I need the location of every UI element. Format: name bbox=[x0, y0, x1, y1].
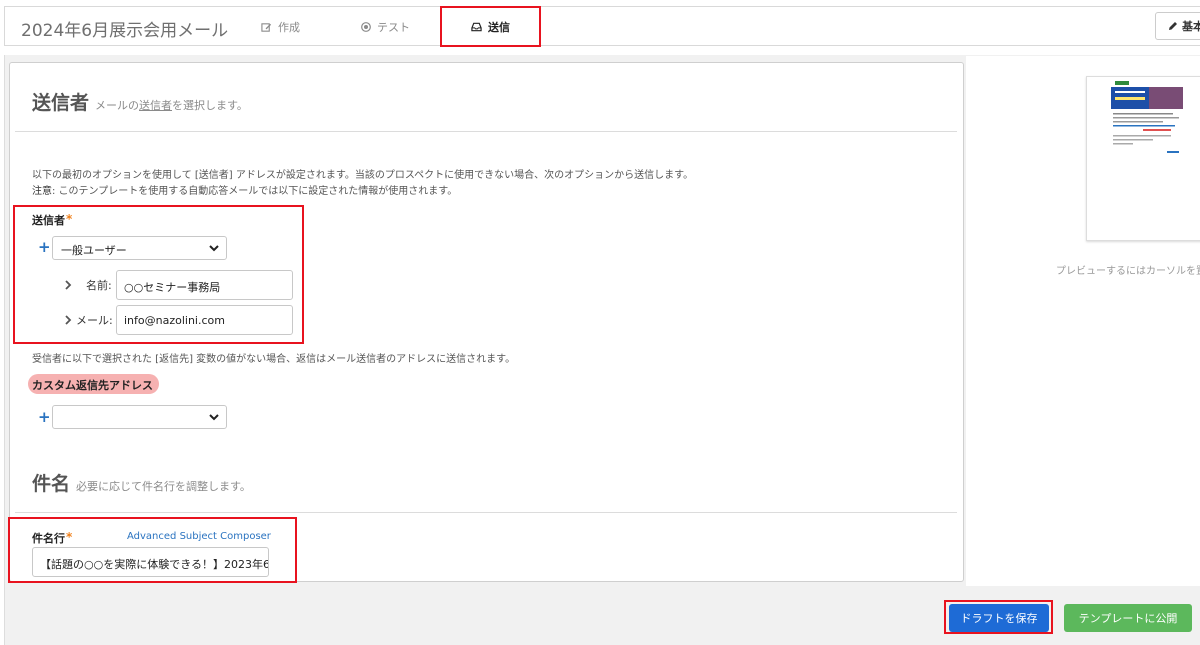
chevron-right-icon bbox=[65, 280, 72, 290]
reply-address-select[interactable] bbox=[52, 405, 227, 429]
sender-email-row-label[interactable]: メール: bbox=[64, 312, 113, 328]
sender-note-label: 注意 bbox=[32, 186, 52, 197]
chevron-right-icon bbox=[65, 315, 72, 325]
edit-icon bbox=[261, 22, 272, 32]
sender-subtitle-link: 送信者 bbox=[139, 99, 173, 112]
chevron-down-icon bbox=[209, 245, 219, 252]
sender-select[interactable]: 一般ユーザー bbox=[52, 236, 227, 260]
subject-section-title: 件名 bbox=[32, 473, 71, 495]
sender-field-label: 送信者* bbox=[32, 212, 73, 227]
publish-template-button[interactable]: テンプレートに公開 bbox=[1064, 604, 1192, 632]
email-title: 2024年6月展示会用メール bbox=[21, 21, 229, 41]
settings-button[interactable]: 基本 bbox=[1155, 12, 1200, 40]
subject-line-field[interactable]: 【話題の○○を実際に体験できる！】2023年6 bbox=[32, 547, 269, 577]
sender-name-row-label[interactable]: 名前: bbox=[64, 277, 112, 293]
tab-test[interactable]: テスト bbox=[361, 19, 410, 35]
reply-note: 受信者に以下で選択された [返信先] 変数の値がない場合、返信はメール送信者のア… bbox=[32, 354, 516, 365]
subject-section-subtitle: 必要に応じて件名行を調整します。 bbox=[76, 480, 251, 493]
sender-select-value: 一般ユーザー bbox=[61, 244, 127, 257]
sender-divider bbox=[15, 131, 957, 132]
chevron-down-icon bbox=[209, 414, 219, 421]
email-preview-thumbnail[interactable] bbox=[1086, 76, 1200, 241]
pencil-icon bbox=[1169, 22, 1177, 30]
tab-send[interactable]: 送信 bbox=[471, 19, 510, 35]
tab-send-label: 送信 bbox=[488, 21, 510, 34]
add-sender-plus-icon[interactable]: + bbox=[38, 240, 51, 255]
add-reply-plus-icon[interactable]: + bbox=[38, 410, 51, 425]
subject-divider bbox=[15, 512, 957, 513]
inbox-icon bbox=[471, 22, 482, 32]
preview-caption: プレビューするにはカーソルを置 bbox=[1056, 266, 1200, 277]
advanced-subject-composer-link[interactable]: Advanced Subject Composer bbox=[127, 531, 271, 542]
sender-email-field[interactable]: info@nazolini.com bbox=[116, 305, 293, 335]
sender-email-label: メール: bbox=[76, 314, 113, 327]
custom-reply-label: カスタム返信先アドレス bbox=[28, 374, 159, 394]
email-preview-image bbox=[1111, 81, 1183, 153]
sender-section-header: 送信者 メールの送信者を選択します。 bbox=[32, 88, 248, 115]
tab-test-label: テスト bbox=[377, 21, 410, 34]
subject-field-label: 件名行* bbox=[32, 530, 73, 545]
sender-section-title: 送信者 bbox=[32, 92, 90, 114]
tab-compose[interactable]: 作成 bbox=[261, 19, 300, 35]
sender-note-line1: 以下の最初のオプションを使用して [送信者] アドレスが設定されます。当該のプロ… bbox=[32, 170, 694, 181]
sender-name-field[interactable]: ○○セミナー事務局 bbox=[116, 270, 293, 300]
settings-label: 基本 bbox=[1182, 20, 1200, 33]
required-asterisk: * bbox=[66, 212, 73, 226]
tab-compose-label: 作成 bbox=[278, 21, 300, 34]
sender-name-label: 名前: bbox=[86, 279, 112, 292]
sender-section-subtitle: メールの送信者を選択します。 bbox=[95, 99, 248, 112]
target-icon bbox=[361, 22, 371, 32]
sender-note-line2: 注意: このテンプレートを使用する自動応答メールでは以下に設定された情報が使用さ… bbox=[32, 186, 458, 197]
header-bar: 2024年6月展示会用メール 作成 テスト 送信 基本 bbox=[4, 6, 1200, 46]
subject-section-header: 件名 必要に応じて件名行を調整します。 bbox=[32, 469, 251, 496]
save-draft-button[interactable]: ドラフトを保存 bbox=[949, 604, 1049, 632]
required-asterisk: * bbox=[66, 530, 73, 544]
